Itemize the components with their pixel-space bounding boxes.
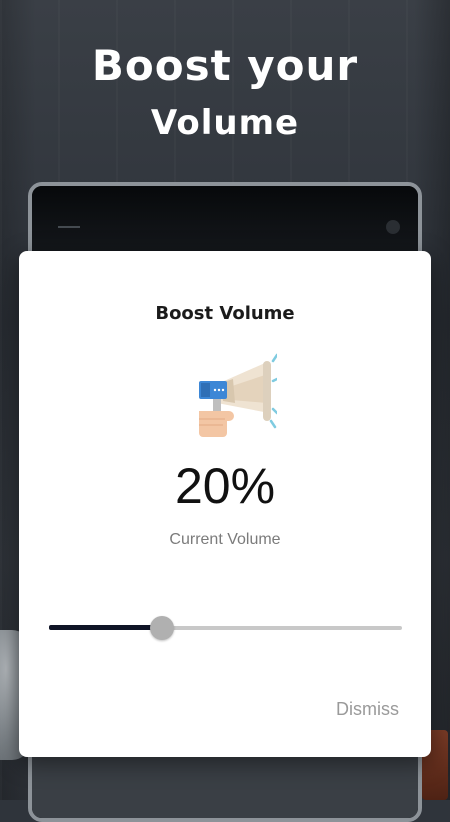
volume-percentage: 20% — [174, 458, 276, 514]
dismiss-button[interactable]: Dismiss — [336, 699, 399, 720]
boost-volume-dialog: Boost Volume 20% Current Volume Dismiss — [19, 251, 431, 757]
menu-icon — [58, 226, 80, 228]
volume-slider[interactable] — [49, 616, 402, 640]
headline-line-1: Boost your — [91, 41, 359, 90]
slider-fill — [49, 625, 162, 630]
slider-thumb[interactable] — [150, 616, 174, 640]
dialog-title: Boost Volume — [155, 303, 295, 324]
headline-line-2: Volume — [150, 103, 300, 143]
megaphone-icon — [199, 353, 277, 437]
current-volume-label: Current Volume — [169, 531, 281, 548]
app-bar-action-icon — [386, 220, 400, 234]
promo-headline: Boost your Volume — [0, 38, 450, 148]
phone-app-bar — [32, 186, 418, 256]
